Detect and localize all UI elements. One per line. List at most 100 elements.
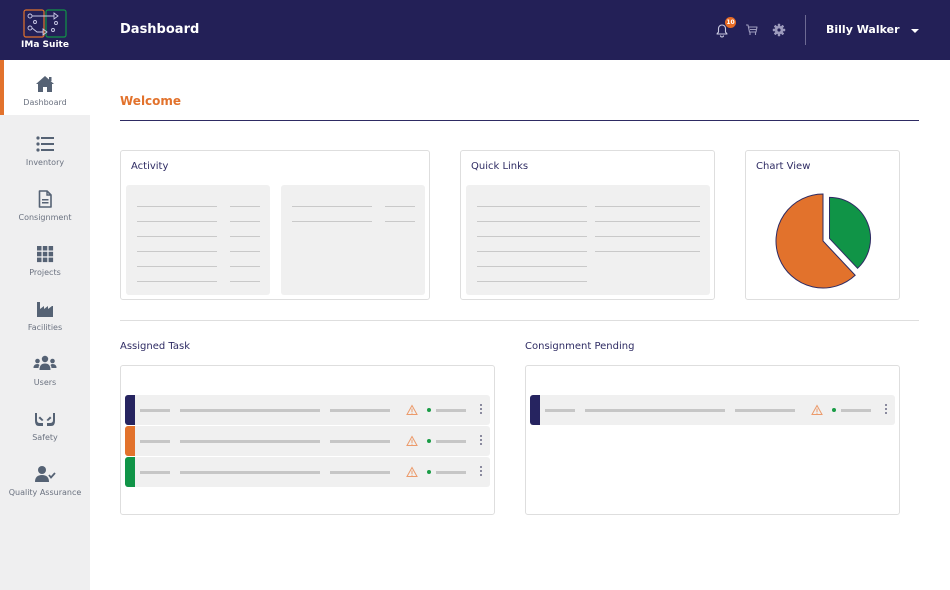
settings-button[interactable] (771, 20, 791, 40)
user-menu-name[interactable]: Billy Walker (826, 23, 900, 36)
warning-icon (406, 404, 418, 415)
skeleton-line (385, 221, 415, 222)
sidebar-item-facilities[interactable]: Facilities (0, 285, 90, 340)
row-accent (125, 426, 135, 456)
gear-icon (772, 23, 786, 37)
more-options-icon[interactable] (479, 466, 483, 478)
sidebar-item-label: Users (33, 378, 57, 387)
quick-link[interactable] (477, 281, 587, 282)
task-field-id (545, 409, 575, 412)
notifications-button[interactable]: 10 (714, 17, 736, 40)
more-options-icon[interactable] (884, 404, 888, 416)
more-options-icon[interactable] (479, 404, 483, 416)
task-row[interactable] (125, 395, 490, 425)
sidebar-item-label: Safety (32, 433, 58, 442)
task-row[interactable] (530, 395, 895, 425)
sidebar-item-projects[interactable]: Projects (0, 230, 90, 285)
task-field-status (841, 409, 871, 412)
top-bar: IMa Suite Dashboard 10 Billy Walker (0, 0, 950, 60)
quick-link[interactable] (477, 206, 587, 207)
factory-icon (37, 302, 53, 317)
notification-badge: 10 (725, 17, 736, 28)
app-name: IMa Suite (21, 40, 69, 50)
quick-link[interactable] (595, 221, 700, 222)
skeleton-line (292, 221, 372, 222)
app-logo[interactable]: IMa Suite (0, 0, 90, 60)
quick-link[interactable] (477, 266, 587, 267)
sidebar-item-users[interactable]: Users (0, 340, 90, 395)
grid-icon (37, 246, 54, 263)
quick-link[interactable] (595, 236, 700, 237)
activity-panel-right (281, 185, 425, 295)
sidebar-item-label: Inventory (25, 158, 65, 167)
quick-link[interactable] (595, 251, 700, 252)
task-field-date (330, 409, 390, 412)
task-row[interactable] (125, 426, 490, 456)
sidebar-item-consignment[interactable]: Consignment (0, 175, 90, 230)
sidebar-item-dashboard[interactable]: Dashboard (0, 60, 90, 115)
user-check-icon (35, 466, 56, 482)
quick-link[interactable] (477, 221, 587, 222)
sidebar: Dashboard Inventory Consignment Projects… (0, 60, 90, 590)
quick-link[interactable] (595, 206, 700, 207)
skeleton-line (137, 206, 217, 207)
quick-link[interactable] (477, 251, 587, 252)
status-dot (832, 408, 836, 412)
sidebar-item-label: Projects (29, 268, 61, 277)
task-field-name (180, 471, 320, 474)
header-divider (805, 15, 806, 45)
task-field-name (180, 409, 320, 412)
skeleton-line (230, 221, 260, 222)
task-field-date (330, 440, 390, 443)
quick-links-title: Quick Links (471, 161, 529, 172)
sidebar-item-label: Dashboard (23, 98, 67, 107)
sidebar-item-safety[interactable]: Safety (0, 395, 90, 450)
skeleton-line (230, 206, 260, 207)
skeleton-line (292, 206, 372, 207)
activity-card: Activity (120, 150, 430, 300)
list-icon (36, 136, 54, 152)
page-title: Dashboard (120, 22, 200, 37)
caret-down-icon[interactable] (911, 29, 919, 33)
pie-chart (775, 193, 871, 289)
home-icon (36, 76, 54, 92)
task-field-status (436, 471, 466, 474)
status-dot (427, 470, 431, 474)
hands-icon (35, 413, 55, 426)
sidebar-item-label: Facilities (27, 323, 63, 332)
activity-panel-left (126, 185, 270, 295)
row-accent (125, 395, 135, 425)
skeleton-line (230, 251, 260, 252)
task-field-id (140, 471, 170, 474)
skeleton-line (230, 236, 260, 237)
welcome-heading: Welcome (120, 94, 182, 108)
skeleton-line (137, 266, 217, 267)
users-icon (33, 355, 57, 370)
skeleton-line (385, 206, 415, 207)
chart-view-card: Chart View (745, 150, 900, 300)
sidebar-item-inventory[interactable]: Inventory (0, 120, 90, 175)
warning-icon (406, 466, 418, 477)
cart-button[interactable] (744, 20, 764, 40)
skeleton-line (137, 281, 217, 282)
more-options-icon[interactable] (479, 435, 483, 447)
task-field-date (735, 409, 795, 412)
warning-icon (811, 404, 823, 415)
cart-icon (746, 24, 758, 35)
quick-link[interactable] (477, 236, 587, 237)
skeleton-line (137, 236, 217, 237)
document-icon (38, 190, 52, 208)
task-field-date (330, 471, 390, 474)
assigned-task-title: Assigned Task (120, 341, 190, 352)
consignment-pending-title: Consignment Pending (525, 341, 635, 352)
quick-links-card: Quick Links (460, 150, 715, 300)
skeleton-line (230, 266, 260, 267)
task-field-status (436, 440, 466, 443)
quick-links-panel (466, 185, 710, 295)
welcome-divider (120, 120, 919, 121)
task-row[interactable] (125, 457, 490, 487)
skeleton-line (230, 281, 260, 282)
task-field-name (180, 440, 320, 443)
sidebar-item-quality-assurance[interactable]: Quality Assurance (0, 450, 90, 505)
status-dot (427, 439, 431, 443)
